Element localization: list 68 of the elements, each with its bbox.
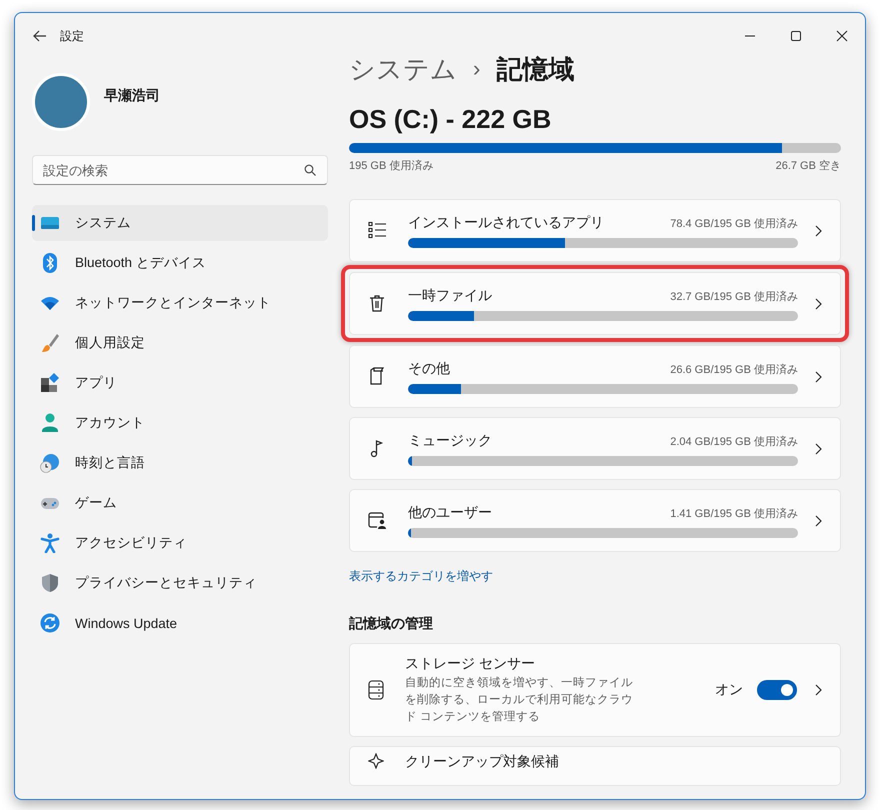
free-label: 26.7 GB 空き (776, 158, 841, 173)
nav-item[interactable]: アカウント (32, 405, 328, 441)
nav-item[interactable]: システム (32, 205, 328, 241)
drive-title: OS (C:) - 222 GB (349, 104, 552, 136)
category-name: 一時ファイル (408, 286, 492, 304)
drive-stack-icon (368, 680, 384, 700)
person-icon (40, 413, 60, 433)
nav-item[interactable]: ネットワークとインターネット (32, 285, 328, 321)
settings-row[interactable]: ストレージ センサー 自動的に空き領域を増やす、一時ファイルを削除する、ローカルで利用可能なクラウド コンテンツを管理する オン (349, 643, 841, 737)
usage-reading: 2.04 GB/195 GB 使用済み (670, 434, 798, 448)
nav-item[interactable]: Bluetooth とデバイス (32, 245, 328, 281)
category-name: ミュージック (408, 432, 492, 450)
category-row[interactable]: 一時ファイル 32.7 GB/195 GB 使用済み (349, 272, 841, 335)
list-icon (368, 221, 387, 240)
chevron-right-icon[interactable] (815, 370, 822, 382)
used-label: 195 GB 使用済み (349, 158, 434, 173)
chevron-right-icon[interactable] (815, 514, 822, 526)
trash-icon (368, 294, 387, 313)
usage-reading: 78.4 GB/195 GB 使用済み (670, 216, 798, 230)
nav-item[interactable]: プライバシーとセキュリティ (32, 565, 328, 601)
toggle-state-label: オン (715, 681, 743, 699)
category-row[interactable]: その他 26.6 GB/195 GB 使用済み (349, 345, 841, 408)
chevron-right-icon[interactable] (815, 684, 822, 696)
toggle-switch[interactable] (757, 680, 797, 700)
page-title: 記憶域 (496, 52, 574, 86)
back-arrow-icon[interactable] (33, 30, 47, 42)
usage-reading: 1.41 GB/195 GB 使用済み (670, 506, 798, 520)
breadcrumb-separator: › (473, 56, 480, 82)
usage-reading: 32.7 GB/195 GB 使用済み (670, 290, 798, 304)
shield-icon (40, 573, 60, 593)
category-row[interactable]: ミュージック 2.04 GB/195 GB 使用済み (349, 417, 841, 480)
sparkle-icon (368, 753, 384, 769)
document-icon (368, 367, 387, 386)
setting-title: クリーンアップ対象候補 (405, 753, 560, 771)
setting-title: ストレージ センサー (405, 654, 536, 672)
apps-icon (40, 373, 60, 393)
category-row[interactable]: インストールされているアプリ 78.4 GB/195 GB 使用済み (349, 199, 841, 262)
usage-reading: 26.6 GB/195 GB 使用済み (670, 362, 798, 376)
sync-icon (40, 613, 60, 633)
close-icon[interactable] (836, 30, 848, 42)
nav-item[interactable]: ゲーム (32, 485, 328, 521)
category-row[interactable]: 他のユーザー 1.41 GB/195 GB 使用済み (349, 489, 841, 552)
maximize-icon[interactable] (790, 30, 802, 42)
chevron-right-icon[interactable] (815, 298, 822, 310)
globe-clock-icon (40, 453, 60, 473)
more-categories-link[interactable]: 表示するカテゴリを増やす (349, 568, 493, 585)
nav-item[interactable]: 個人用設定 (32, 325, 328, 361)
nav-item[interactable]: Windows Update (32, 605, 328, 641)
accessibility-icon (40, 533, 60, 553)
category-name: インストールされているアプリ (408, 214, 604, 232)
bluetooth-icon (40, 253, 60, 273)
settings-row[interactable]: クリーンアップ対象候補 (349, 746, 841, 786)
setting-description: 自動的に空き領域を増やす、一時ファイルを削除する、ローカルで利用可能なクラウド コンテンツを管理する (405, 675, 634, 724)
chevron-right-icon[interactable] (815, 224, 822, 236)
user-folder-icon (368, 511, 387, 530)
search-field[interactable]: 設定の検索 (32, 155, 328, 185)
nav-item[interactable]: 時刻と言語 (32, 445, 328, 481)
category-name: その他 (408, 360, 450, 378)
window-title: 設定 (60, 28, 84, 44)
paintbrush-icon (40, 333, 60, 353)
chevron-right-icon[interactable] (815, 442, 822, 454)
category-name: 他のユーザー (408, 504, 492, 522)
nav-item[interactable]: アプリ (32, 365, 328, 401)
breadcrumb-link[interactable]: システム (349, 52, 457, 86)
nav-item[interactable]: アクセシビリティ (32, 525, 328, 561)
section-heading: 記憶域の管理 (349, 615, 434, 633)
user-name: 早瀬浩司 (104, 87, 160, 105)
search-icon[interactable] (304, 164, 316, 176)
